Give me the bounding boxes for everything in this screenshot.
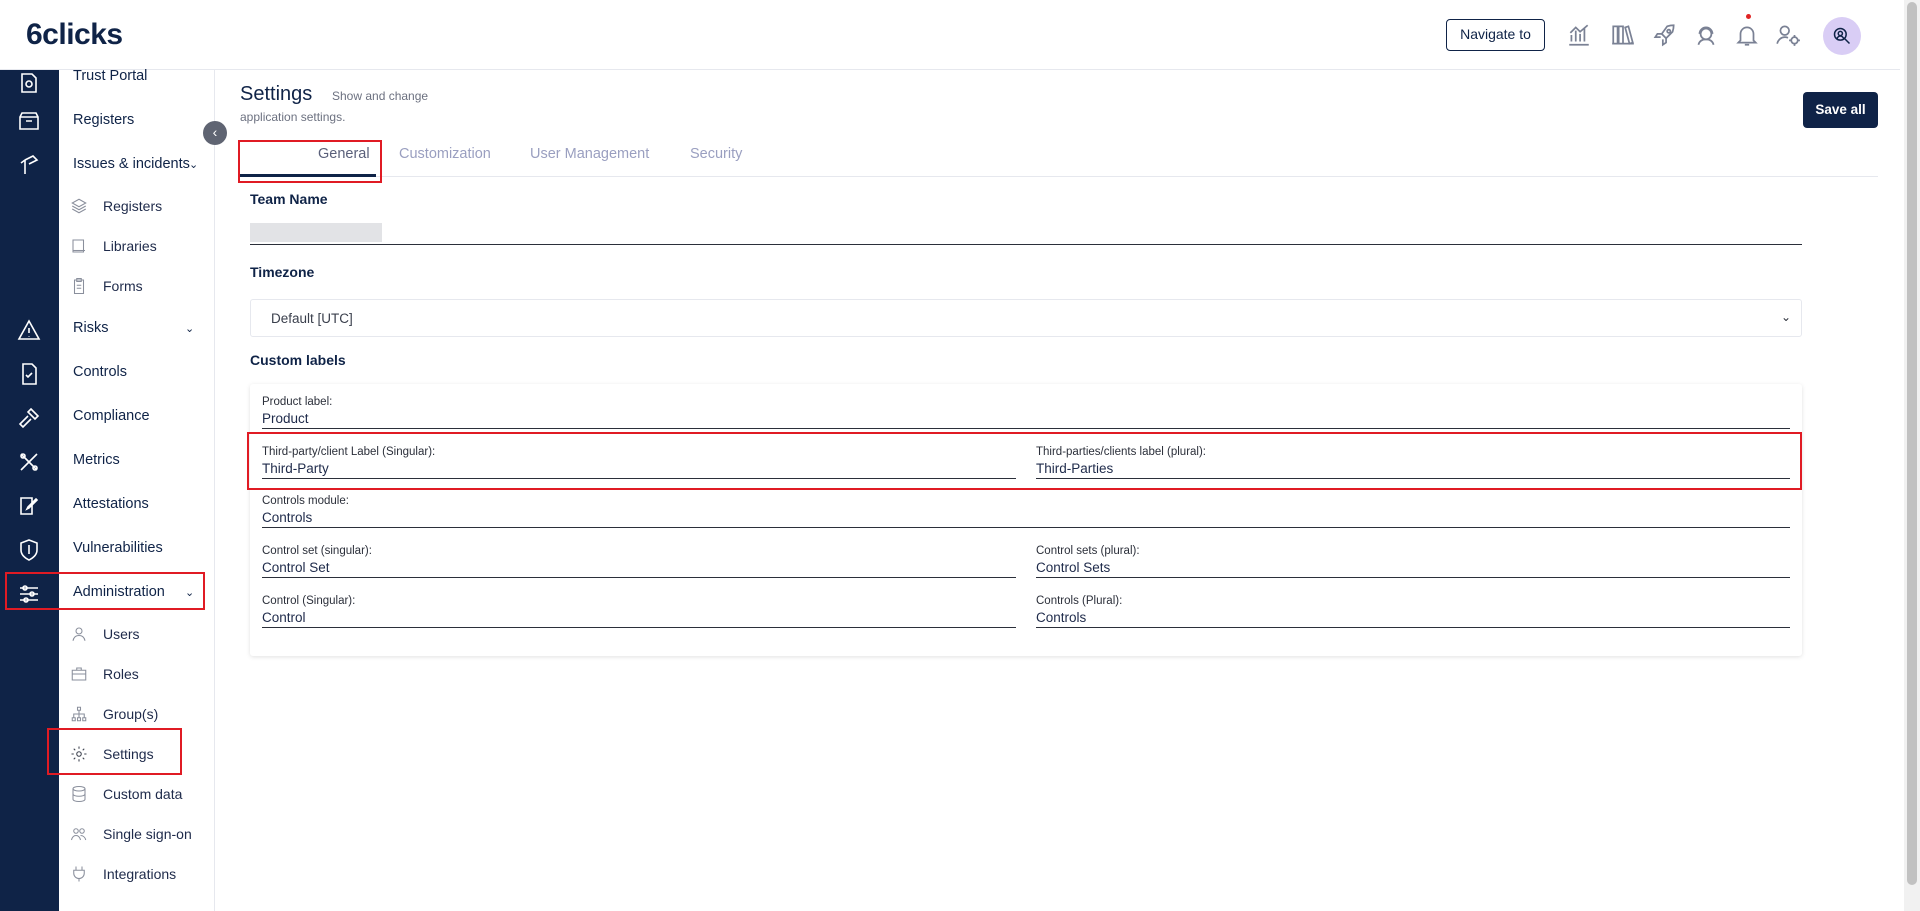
page-title: Settings [240, 83, 313, 105]
layers-icon [70, 197, 88, 215]
sidebar-item-issues-incidents[interactable]: Issues & incidents ⌄ [73, 156, 198, 172]
control-singular-input[interactable]: Control [262, 610, 1016, 628]
controls-module-caption: Controls module: [262, 495, 349, 507]
sidebar-item-controls[interactable]: Controls [73, 364, 127, 380]
highlight-third-party-labels [247, 432, 1802, 490]
control-set-singular-input[interactable]: Control Set [262, 560, 1016, 578]
users-icon [70, 825, 88, 843]
highlight-settings [47, 728, 182, 775]
clipboard-icon [70, 277, 88, 295]
sidebar-item-registers[interactable]: Registers [73, 112, 134, 128]
tab-customization[interactable]: Customization [399, 146, 491, 162]
sidebar-item-risks[interactable]: Risks ⌄ [73, 320, 194, 336]
sidebar-subitem-forms[interactable]: Forms [103, 278, 143, 294]
control-plural-caption: Controls (Plural): [1036, 595, 1123, 607]
book-icon [70, 237, 88, 255]
app-logo[interactable]: 6clicks [26, 18, 123, 52]
team-name-label: Team Name [250, 191, 328, 207]
bell-icon[interactable] [1734, 22, 1760, 48]
sidebar-item-compliance[interactable]: Compliance [73, 408, 150, 424]
settings-tabs: General Customization User Management Se… [240, 146, 1878, 177]
analytics-icon[interactable] [1566, 22, 1592, 48]
sidebar-subitem-libraries[interactable]: Libraries [103, 238, 157, 254]
risks-icon[interactable] [17, 318, 41, 342]
user-icon [70, 625, 88, 643]
attestations-icon[interactable] [17, 494, 41, 518]
rocket-icon[interactable] [1652, 22, 1678, 48]
sidebar-item-label: Issues & incidents [73, 156, 190, 172]
sidebar-item-vulnerabilities[interactable]: Vulnerabilities [73, 540, 163, 556]
timezone-select[interactable]: Default [UTC] ⌄ [250, 299, 1802, 337]
team-name-input[interactable] [250, 222, 1802, 245]
top-header: 6clicks Navigate to [0, 0, 1900, 70]
avatar-search-icon [1833, 27, 1851, 45]
highlight-general-tab [238, 140, 382, 183]
hierarchy-icon [70, 705, 88, 723]
page-subtitle: Show and change [332, 89, 429, 103]
timezone-value: Default [UTC] [271, 311, 353, 326]
highlight-administration [5, 572, 205, 610]
compliance-icon[interactable] [17, 406, 41, 430]
sidebar-item-trust-portal[interactable]: Trust Portal [73, 68, 147, 84]
tab-security[interactable]: Security [690, 146, 742, 162]
issues-icon[interactable] [17, 153, 41, 177]
sidebar-subitem-registers[interactable]: Registers [103, 198, 162, 214]
control-set-singular-caption: Control set (singular): [262, 545, 372, 557]
product-label-input[interactable]: Product [262, 411, 1790, 429]
plug-icon [70, 865, 88, 883]
sidebar-subitem-single-sign-on[interactable]: Single sign-on [103, 826, 192, 842]
controls-icon[interactable] [17, 362, 41, 386]
custom-labels-heading: Custom labels [250, 352, 346, 368]
control-singular-caption: Control (Singular): [262, 595, 356, 607]
product-label-caption: Product label: [262, 396, 333, 408]
custom-labels-card: Product label: Product Third-party/clien… [250, 384, 1802, 656]
metrics-icon[interactable] [17, 450, 41, 474]
collapse-sidebar-button[interactable]: ‹ [203, 121, 227, 145]
vulnerabilities-icon[interactable] [17, 538, 41, 562]
chevron-down-icon: ⌄ [189, 159, 199, 171]
avatar[interactable] [1823, 17, 1861, 55]
control-set-plural-input[interactable]: Control Sets [1036, 560, 1790, 578]
controls-module-input[interactable]: Controls [262, 510, 1790, 528]
sidebar-subitem-groups[interactable]: Group(s) [103, 706, 158, 722]
sidebar-item-attestations[interactable]: Attestations [73, 496, 149, 512]
scrollbar-thumb[interactable] [1907, 2, 1917, 885]
left-icon-rail [0, 70, 59, 911]
tab-user-management[interactable]: User Management [530, 146, 649, 162]
chevron-down-icon: ⌄ [185, 323, 195, 335]
sidebar-subitem-integrations[interactable]: Integrations [103, 866, 176, 882]
sidebar-item-label: Risks [73, 320, 109, 336]
chevron-down-icon: ⌄ [1780, 310, 1791, 324]
trust-portal-icon[interactable] [17, 71, 41, 95]
page-subtitle-cont: application settings. [240, 110, 346, 124]
database-icon [70, 785, 88, 803]
briefcase-icon [70, 665, 88, 683]
registers-icon[interactable] [17, 109, 41, 133]
control-plural-input[interactable]: Controls [1036, 610, 1790, 628]
sidebar-subitem-roles[interactable]: Roles [103, 666, 139, 682]
sidebar-item-metrics[interactable]: Metrics [73, 452, 120, 468]
control-set-plural-caption: Control sets (plural): [1036, 545, 1140, 557]
sidebar-subitem-users[interactable]: Users [103, 626, 140, 642]
redacted-team-name [250, 223, 382, 242]
navigate-to-button[interactable]: Navigate to [1446, 19, 1545, 51]
page-scrollbar[interactable] [1904, 0, 1920, 911]
notification-dot [1746, 14, 1751, 19]
user-settings-icon[interactable] [1775, 22, 1801, 48]
sidebar-subitem-custom-data[interactable]: Custom data [103, 786, 182, 802]
library-icon[interactable] [1610, 22, 1636, 48]
support-icon[interactable] [1693, 22, 1719, 48]
save-all-button[interactable]: Save all [1803, 92, 1878, 128]
timezone-label: Timezone [250, 264, 315, 280]
